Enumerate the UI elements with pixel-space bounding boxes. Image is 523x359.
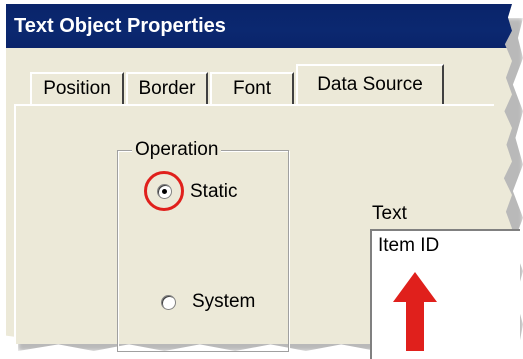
operation-group-label: Operation: [132, 139, 222, 161]
title-bar: Text Object Properties: [6, 4, 512, 48]
static-radio-label[interactable]: Static: [190, 181, 238, 203]
tab-font[interactable]: Font: [210, 72, 294, 104]
tab-data-source[interactable]: Data Source: [296, 64, 444, 104]
tab-position[interactable]: Position: [30, 72, 124, 104]
text-input-value: Item ID: [378, 235, 440, 256]
text-field-label: Text: [372, 203, 407, 224]
tab-border[interactable]: Border: [126, 72, 208, 104]
arrow-up-icon: [393, 272, 437, 351]
highlight-circle-icon: [144, 171, 184, 211]
window-title: Text Object Properties: [14, 14, 226, 37]
system-radio[interactable]: [161, 295, 176, 310]
system-radio-label[interactable]: System: [192, 291, 255, 313]
